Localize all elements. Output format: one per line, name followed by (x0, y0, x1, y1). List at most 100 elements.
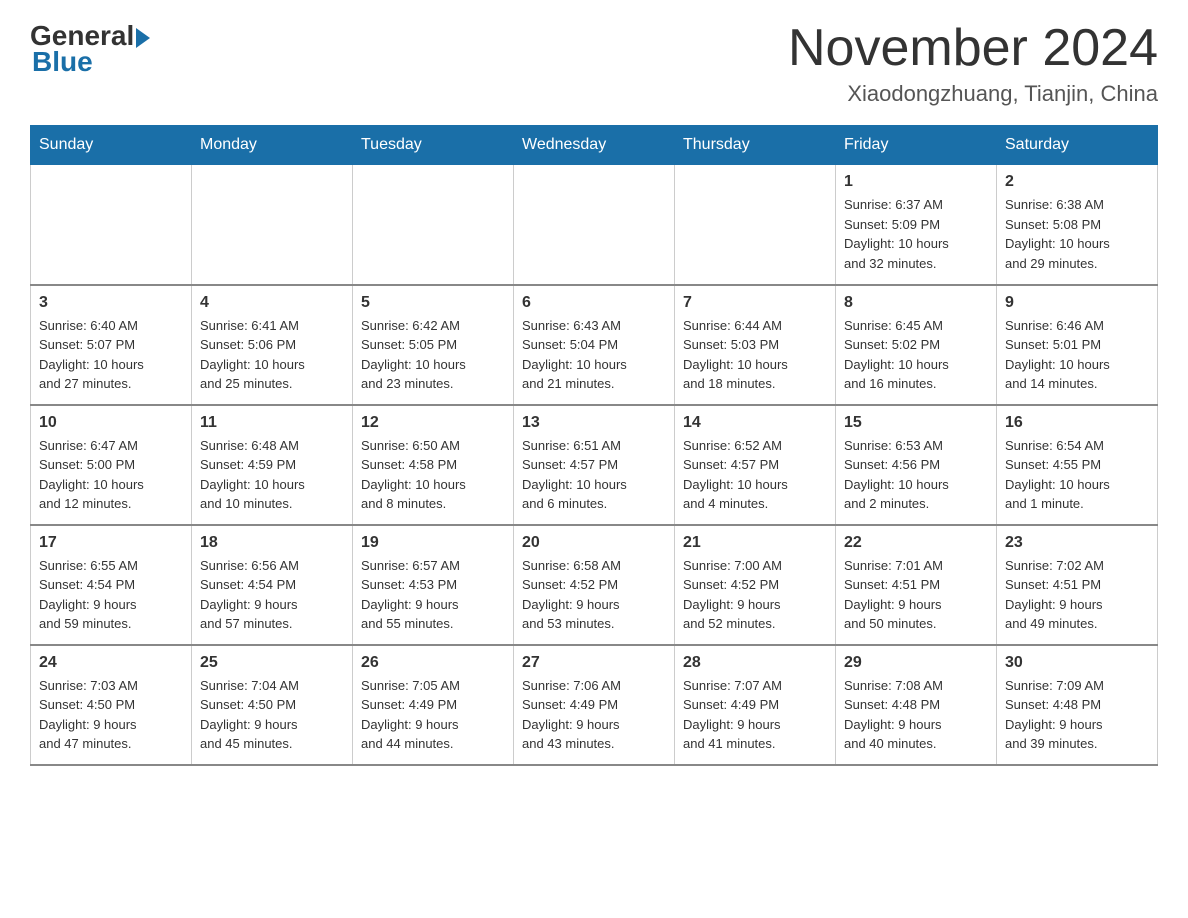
calendar-cell: 7 Sunrise: 6:44 AM Sunset: 5:03 PM Daylig… (675, 285, 836, 405)
day-info: Sunrise: 6:52 AM Sunset: 4:57 PM Dayligh… (683, 436, 827, 514)
day-info: Sunrise: 6:41 AM Sunset: 5:06 PM Dayligh… (200, 316, 344, 394)
day-number: 30 (1005, 654, 1149, 672)
day-number: 5 (361, 294, 505, 312)
logo-arrow-icon (136, 28, 150, 48)
calendar-cell: 10 Sunrise: 6:47 AM Sunset: 5:00 PM Dayli… (31, 405, 192, 525)
day-info: Sunrise: 6:57 AM Sunset: 4:53 PM Dayligh… (361, 556, 505, 634)
day-info: Sunrise: 6:45 AM Sunset: 5:02 PM Dayligh… (844, 316, 988, 394)
day-number: 7 (683, 294, 827, 312)
calendar-cell: 15 Sunrise: 6:53 AM Sunset: 4:56 PM Dayli… (836, 405, 997, 525)
calendar-cell (192, 165, 353, 285)
day-number: 27 (522, 654, 666, 672)
day-info: Sunrise: 6:54 AM Sunset: 4:55 PM Dayligh… (1005, 436, 1149, 514)
calendar-cell: 2Sunrise: 6:38 AM Sunset: 5:08 PM Daylig… (997, 165, 1158, 285)
day-number: 18 (200, 534, 344, 552)
day-info: Sunrise: 7:04 AM Sunset: 4:50 PM Dayligh… (200, 676, 344, 754)
calendar-cell: 27 Sunrise: 7:06 AM Sunset: 4:49 PM Dayli… (514, 645, 675, 765)
day-info: Sunrise: 6:51 AM Sunset: 4:57 PM Dayligh… (522, 436, 666, 514)
calendar-cell: 9 Sunrise: 6:46 AM Sunset: 5:01 PM Daylig… (997, 285, 1158, 405)
day-info: Sunrise: 6:56 AM Sunset: 4:54 PM Dayligh… (200, 556, 344, 634)
day-number: 22 (844, 534, 988, 552)
header-saturday: Saturday (997, 126, 1158, 165)
day-info: Sunrise: 6:46 AM Sunset: 5:01 PM Dayligh… (1005, 316, 1149, 394)
calendar-header-row: SundayMondayTuesdayWednesdayThursdayFrid… (31, 126, 1158, 165)
day-info: Sunrise: 6:48 AM Sunset: 4:59 PM Dayligh… (200, 436, 344, 514)
week-row-1: 1 Sunrise: 6:37 AM Sunset: 5:09 PM Daylig… (31, 165, 1158, 285)
day-number: 26 (361, 654, 505, 672)
calendar-cell: 6Sunrise: 6:43 AM Sunset: 5:04 PM Daylig… (514, 285, 675, 405)
day-info: Sunrise: 6:37 AM Sunset: 5:09 PM Dayligh… (844, 195, 988, 273)
day-number: 8 (844, 294, 988, 312)
day-info: Sunrise: 7:06 AM Sunset: 4:49 PM Dayligh… (522, 676, 666, 754)
day-number: 21 (683, 534, 827, 552)
header-thursday: Thursday (675, 126, 836, 165)
day-number: 9 (1005, 294, 1149, 312)
day-number: 14 (683, 414, 827, 432)
day-number: 13 (522, 414, 666, 432)
calendar-cell: 28Sunrise: 7:07 AM Sunset: 4:49 PM Dayli… (675, 645, 836, 765)
calendar-cell: 4Sunrise: 6:41 AM Sunset: 5:06 PM Daylig… (192, 285, 353, 405)
day-info: Sunrise: 7:09 AM Sunset: 4:48 PM Dayligh… (1005, 676, 1149, 754)
day-info: Sunrise: 6:55 AM Sunset: 4:54 PM Dayligh… (39, 556, 183, 634)
day-info: Sunrise: 7:08 AM Sunset: 4:48 PM Dayligh… (844, 676, 988, 754)
header-monday: Monday (192, 126, 353, 165)
day-info: Sunrise: 6:38 AM Sunset: 5:08 PM Dayligh… (1005, 195, 1149, 273)
week-row-3: 10 Sunrise: 6:47 AM Sunset: 5:00 PM Dayli… (31, 405, 1158, 525)
calendar-cell: 5 Sunrise: 6:42 AM Sunset: 5:05 PM Daylig… (353, 285, 514, 405)
calendar-cell: 25 Sunrise: 7:04 AM Sunset: 4:50 PM Dayli… (192, 645, 353, 765)
day-number: 19 (361, 534, 505, 552)
day-info: Sunrise: 6:43 AM Sunset: 5:04 PM Dayligh… (522, 316, 666, 394)
calendar-cell (514, 165, 675, 285)
day-number: 10 (39, 414, 183, 432)
calendar-cell: 29 Sunrise: 7:08 AM Sunset: 4:48 PM Dayli… (836, 645, 997, 765)
calendar-cell: 17 Sunrise: 6:55 AM Sunset: 4:54 PM Dayli… (31, 525, 192, 645)
day-number: 1 (844, 173, 988, 191)
day-number: 25 (200, 654, 344, 672)
logo: General Blue (30, 20, 150, 78)
calendar-cell: 12Sunrise: 6:50 AM Sunset: 4:58 PM Dayli… (353, 405, 514, 525)
calendar-cell: 14 Sunrise: 6:52 AM Sunset: 4:57 PM Dayli… (675, 405, 836, 525)
day-number: 24 (39, 654, 183, 672)
calendar-cell: 21 Sunrise: 7:00 AM Sunset: 4:52 PM Dayli… (675, 525, 836, 645)
calendar-cell: 13 Sunrise: 6:51 AM Sunset: 4:57 PM Dayli… (514, 405, 675, 525)
calendar-cell: 1 Sunrise: 6:37 AM Sunset: 5:09 PM Daylig… (836, 165, 997, 285)
day-number: 12 (361, 414, 505, 432)
day-info: Sunrise: 7:02 AM Sunset: 4:51 PM Dayligh… (1005, 556, 1149, 634)
day-info: Sunrise: 6:44 AM Sunset: 5:03 PM Dayligh… (683, 316, 827, 394)
day-number: 11 (200, 414, 344, 432)
calendar-cell: 16 Sunrise: 6:54 AM Sunset: 4:55 PM Dayli… (997, 405, 1158, 525)
day-info: Sunrise: 6:53 AM Sunset: 4:56 PM Dayligh… (844, 436, 988, 514)
day-number: 28 (683, 654, 827, 672)
header-sunday: Sunday (31, 126, 192, 165)
calendar-cell: 22 Sunrise: 7:01 AM Sunset: 4:51 PM Dayli… (836, 525, 997, 645)
day-info: Sunrise: 6:40 AM Sunset: 5:07 PM Dayligh… (39, 316, 183, 394)
week-row-4: 17 Sunrise: 6:55 AM Sunset: 4:54 PM Dayli… (31, 525, 1158, 645)
calendar-cell: 19 Sunrise: 6:57 AM Sunset: 4:53 PM Dayli… (353, 525, 514, 645)
calendar-cell (353, 165, 514, 285)
day-number: 17 (39, 534, 183, 552)
title-area: November 2024 Xiaodongzhuang, Tianjin, C… (788, 20, 1158, 107)
location-title: Xiaodongzhuang, Tianjin, China (788, 81, 1158, 107)
day-number: 29 (844, 654, 988, 672)
day-info: Sunrise: 7:01 AM Sunset: 4:51 PM Dayligh… (844, 556, 988, 634)
week-row-5: 24 Sunrise: 7:03 AM Sunset: 4:50 PM Dayli… (31, 645, 1158, 765)
day-info: Sunrise: 7:00 AM Sunset: 4:52 PM Dayligh… (683, 556, 827, 634)
week-row-2: 3Sunrise: 6:40 AM Sunset: 5:07 PM Daylig… (31, 285, 1158, 405)
calendar-cell: 30 Sunrise: 7:09 AM Sunset: 4:48 PM Dayli… (997, 645, 1158, 765)
day-info: Sunrise: 6:42 AM Sunset: 5:05 PM Dayligh… (361, 316, 505, 394)
day-info: Sunrise: 6:47 AM Sunset: 5:00 PM Dayligh… (39, 436, 183, 514)
day-number: 23 (1005, 534, 1149, 552)
calendar-cell: 23 Sunrise: 7:02 AM Sunset: 4:51 PM Dayli… (997, 525, 1158, 645)
day-number: 20 (522, 534, 666, 552)
calendar-cell (675, 165, 836, 285)
header-wednesday: Wednesday (514, 126, 675, 165)
calendar-cell: 26Sunrise: 7:05 AM Sunset: 4:49 PM Dayli… (353, 645, 514, 765)
day-number: 15 (844, 414, 988, 432)
calendar-cell: 8 Sunrise: 6:45 AM Sunset: 5:02 PM Daylig… (836, 285, 997, 405)
calendar-cell: 20 Sunrise: 6:58 AM Sunset: 4:52 PM Dayli… (514, 525, 675, 645)
day-info: Sunrise: 7:03 AM Sunset: 4:50 PM Dayligh… (39, 676, 183, 754)
day-info: Sunrise: 6:58 AM Sunset: 4:52 PM Dayligh… (522, 556, 666, 634)
page-header: General Blue November 2024 Xiaodongzhuan… (30, 20, 1158, 107)
day-number: 16 (1005, 414, 1149, 432)
calendar-cell (31, 165, 192, 285)
